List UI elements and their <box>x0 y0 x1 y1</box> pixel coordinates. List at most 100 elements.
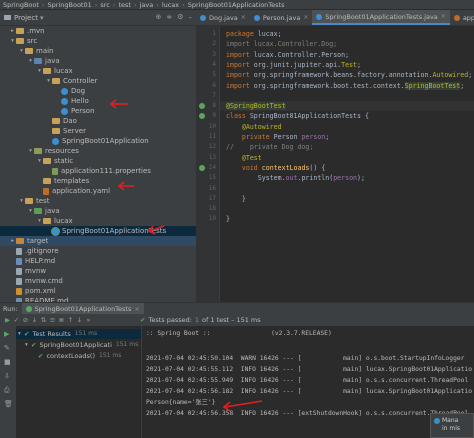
locate-icon[interactable]: ⊕ <box>155 13 161 21</box>
project-panel-title[interactable]: Project <box>14 14 38 22</box>
tree-item[interactable]: ▾ resources <box>0 146 196 156</box>
tree-item[interactable]: Dog <box>0 86 196 96</box>
code-line: class SpringBoot01ApplicationTests { <box>226 112 369 121</box>
expand-arrow-icon[interactable]: ▾ <box>36 66 43 76</box>
sort-alpha-icon[interactable]: ↓ <box>30 316 39 324</box>
stop-icon[interactable]: ■ <box>4 358 11 366</box>
minimize-icon[interactable]: – <box>189 13 193 21</box>
tree-item[interactable]: mvnw <box>0 266 196 276</box>
tree-item[interactable]: ▾ java <box>0 56 196 66</box>
java-class-icon <box>200 14 206 21</box>
code-editor[interactable]: package lucax; import lucax.Controller.Do… <box>220 26 474 302</box>
test-result-item[interactable]: ▾ ✔ Test Results 151 ms <box>16 329 141 339</box>
test-duration: 151 ms <box>74 330 98 337</box>
tree-item[interactable]: mvnw.cmd <box>0 276 196 286</box>
tree-item[interactable]: ▾ test <box>0 196 196 206</box>
tree-item[interactable]: ▸ target <box>0 236 196 246</box>
more-icon[interactable]: » <box>84 316 93 324</box>
tree-item-label: java <box>45 57 60 65</box>
tree-item-label: Dao <box>63 117 77 125</box>
expand-arrow-icon[interactable]: ▸ <box>9 26 16 36</box>
tree-item[interactable]: Dao <box>0 116 196 126</box>
properties-file-icon <box>52 167 58 175</box>
settings-gear-icon[interactable]: ⚙ <box>177 13 183 21</box>
tree-item-label: Hello <box>71 97 89 105</box>
scroll-to-end-icon[interactable]: ⇩ <box>4 372 10 380</box>
expand-arrow-icon[interactable]: ▾ <box>9 36 16 46</box>
rerun-icon[interactable]: ▶ <box>3 316 12 324</box>
collapse-icon[interactable]: ≑ <box>166 13 172 21</box>
tree-item[interactable]: HELP.md <box>0 256 196 266</box>
delete-icon[interactable]: 🗑 <box>4 400 13 408</box>
dropdown-icon[interactable]: ▾ <box>40 14 44 22</box>
expand-arrow-icon[interactable]: ▾ <box>18 46 25 56</box>
expand-arrow-icon[interactable]: ▾ <box>36 156 43 166</box>
breadcrumb-item[interactable]: java <box>140 1 154 9</box>
close-icon[interactable]: × <box>134 305 139 313</box>
breadcrumb-item[interactable]: test <box>118 1 130 9</box>
expand-arrow-icon[interactable]: ▾ <box>27 56 34 66</box>
close-tab-icon[interactable]: × <box>241 14 246 21</box>
notification-popup[interactable]: Mana in mis <box>430 413 474 438</box>
breadcrumb-item[interactable]: SpringBoot01 <box>48 1 92 9</box>
close-tab-icon[interactable]: × <box>441 13 446 20</box>
prev-icon[interactable]: ↑ <box>66 316 75 324</box>
tree-item[interactable]: SpringBoot01Application <box>0 136 196 146</box>
breadcrumb-separator: › <box>112 0 116 9</box>
line-number: 7 <box>212 91 216 99</box>
expand-arrow-icon[interactable]: ▾ <box>27 206 34 216</box>
collapse-all-icon[interactable]: ≣ <box>57 316 66 324</box>
tree-item[interactable]: ▾ lucax <box>0 66 196 76</box>
tree-item[interactable]: ▾ Controller <box>0 76 196 86</box>
test-passed-icon: ✔ <box>24 330 30 338</box>
test-passed-icon: ✔ <box>38 352 44 360</box>
check-icon[interactable]: ✓ <box>12 316 21 324</box>
tree-item[interactable]: application.yaml <box>0 186 196 196</box>
expand-arrow-icon[interactable]: ▸ <box>9 236 16 246</box>
breadcrumb-item[interactable]: SpringBoot <box>3 1 39 9</box>
expand-all-icon[interactable]: ≡ <box>48 316 57 324</box>
tree-item[interactable]: ▾ java <box>0 206 196 216</box>
tree-item-label: application.yaml <box>52 187 111 195</box>
tree-item[interactable]: ▾ src <box>0 36 196 46</box>
breadcrumb-item[interactable]: SpringBoot01ApplicationTests <box>188 1 285 9</box>
line-number: 19 <box>208 215 216 223</box>
breadcrumb-item[interactable]: lucax <box>162 1 179 9</box>
tree-item[interactable]: .gitignore <box>0 246 196 256</box>
folder-icon <box>43 218 51 224</box>
console-output[interactable]: :: Spring Boot :: (v2.3.7.RELEASE) 2021-0… <box>142 326 474 438</box>
sort-duration-icon[interactable]: ⇅ <box>39 316 48 324</box>
run-test-gutter-icon[interactable] <box>199 164 205 171</box>
print-icon[interactable]: ⎙ <box>4 386 10 395</box>
editor-tab[interactable]: Dog.java × <box>196 10 250 25</box>
expand-arrow-icon[interactable]: ▾ <box>45 76 52 86</box>
expand-arrow-icon[interactable]: ▾ <box>36 216 43 226</box>
tree-item[interactable]: application111.properties <box>0 166 196 176</box>
tree-item[interactable]: templates <box>0 176 196 186</box>
tree-item[interactable]: pom.xml <box>0 286 196 296</box>
tree-item[interactable]: ▸ .mvn <box>0 26 196 36</box>
close-tab-icon[interactable]: × <box>303 14 308 21</box>
breadcrumb: SpringBoot › SpringBoot01 › src › test › java › lu… <box>0 0 474 10</box>
editor-tab[interactable]: Person.java × <box>250 10 313 25</box>
tree-item[interactable]: ▾ lucax <box>0 216 196 226</box>
editor-tab[interactable]: SpringBoot01ApplicationTests.java × <box>312 10 450 25</box>
tree-item[interactable]: Server <box>0 126 196 136</box>
expand-arrow-icon[interactable]: ▾ <box>18 196 25 206</box>
test-result-item[interactable]: ✔ contextLoads() 151 ms <box>16 351 121 361</box>
expand-arrow-icon[interactable]: ▾ <box>27 146 34 156</box>
test-result-item[interactable]: ▾ ✔ SpringBoot01Applicati 151 ms <box>16 340 138 350</box>
next-icon[interactable]: ↓ <box>75 316 84 324</box>
run-config-tab[interactable]: SpringBoot01ApplicationTests × <box>21 303 144 314</box>
console-line: :: Spring Boot :: (v2.3.7.RELEASE) <box>146 330 332 337</box>
tree-item[interactable]: Person <box>0 106 196 116</box>
breadcrumb-item[interactable]: src <box>100 1 110 9</box>
tree-item[interactable]: SpringBoot01ApplicationTests <box>0 226 196 236</box>
tree-item[interactable]: ▾ static <box>0 156 196 166</box>
wrench-icon[interactable]: ✎ <box>4 344 10 352</box>
cancel-icon[interactable]: ⊘ <box>21 316 30 324</box>
editor-tab[interactable]: application.yaml× <box>450 10 474 25</box>
rerun-icon[interactable]: ▶ <box>4 330 9 338</box>
tree-item[interactable]: Hello <box>0 96 196 106</box>
tree-item[interactable]: ▾ main <box>0 46 196 56</box>
